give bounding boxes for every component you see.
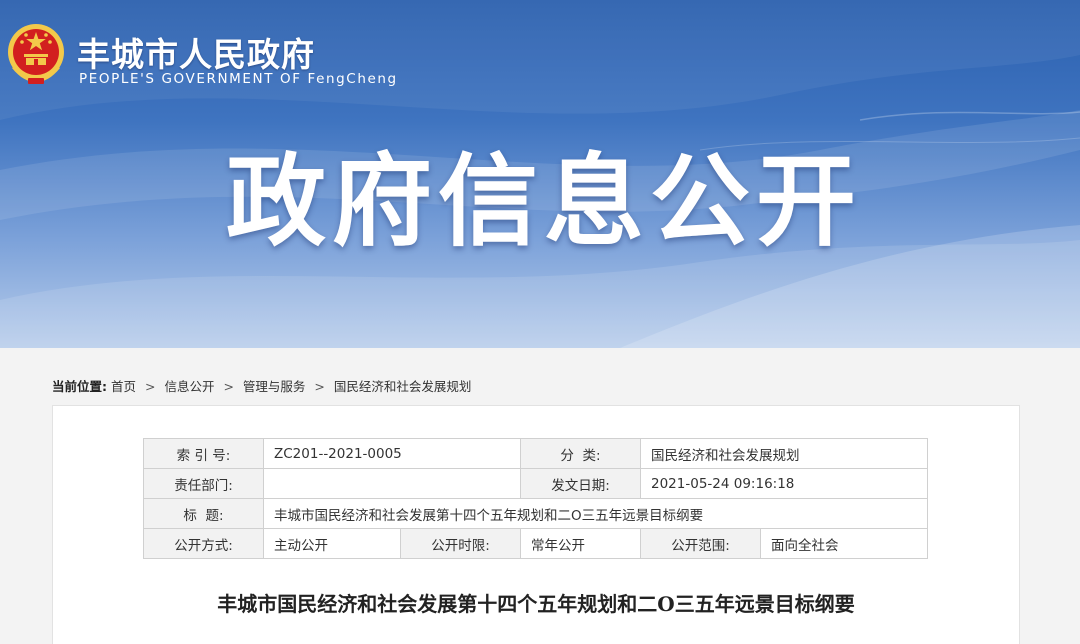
disclosure-method-label: 公开方式:: [143, 528, 264, 559]
index-number-label: 索 引 号:: [143, 438, 264, 469]
title-value: 丰城市国民经济和社会发展第十四个五年规划和二O三五年远景目标纲要: [263, 498, 928, 529]
banner-title: 政府信息公开: [226, 143, 862, 260]
index-number-value: ZC201--2021-0005: [263, 438, 521, 469]
breadcrumb-separator: >: [144, 379, 156, 394]
table-row: 标 题: 丰城市国民经济和社会发展第十四个五年规划和二O三五年远景目标纲要: [143, 498, 928, 529]
department-label: 责任部门:: [143, 468, 264, 499]
title-label: 标 题:: [143, 498, 264, 529]
table-row: 责任部门: 发文日期: 2021-05-24 09:16:18: [143, 468, 928, 499]
breadcrumb-separator: >: [223, 379, 234, 394]
content-card: 索 引 号: ZC201--2021-0005 分 类: 国民经济和社会发展规划…: [52, 405, 1020, 644]
document-title: 丰城市国民经济和社会发展第十四个五年规划和二O三五年远景目标纲要: [217, 592, 855, 616]
site-name-english: PEOPLE'S GOVERNMENT OF FengCheng: [79, 71, 398, 87]
breadcrumb-separator: >: [314, 379, 325, 394]
category-value: 国民经济和社会发展规划: [640, 438, 928, 469]
breadcrumb-info-disclosure[interactable]: 信息公开: [164, 379, 214, 394]
table-row: 索 引 号: ZC201--2021-0005 分 类: 国民经济和社会发展规划: [143, 438, 928, 469]
disclosure-scope-value: 面向全社会: [760, 528, 928, 559]
national-emblem-icon: [8, 24, 64, 84]
disclosure-method-value: 主动公开: [263, 528, 401, 559]
department-value: [263, 468, 521, 499]
category-label: 分 类:: [520, 438, 641, 469]
site-name: 丰城市人民政府: [77, 35, 315, 74]
table-row: 公开方式: 主动公开 公开时限: 常年公开 公开范围: 面向全社会: [143, 528, 928, 559]
breadcrumb-prefix: 当前位置:: [52, 379, 107, 394]
issue-date-value: 2021-05-24 09:16:18: [640, 468, 928, 499]
breadcrumb-current-category[interactable]: 国民经济和社会发展规划: [334, 379, 472, 394]
breadcrumb-management-services[interactable]: 管理与服务: [243, 379, 306, 394]
document-meta-table: 索 引 号: ZC201--2021-0005 分 类: 国民经济和社会发展规划…: [143, 438, 928, 559]
disclosure-period-label: 公开时限:: [400, 528, 521, 559]
disclosure-period-value: 常年公开: [520, 528, 641, 559]
breadcrumb: 当前位置: 首页 > 信息公开 > 管理与服务 > 国民经济和社会发展规划: [52, 376, 471, 395]
issue-date-label: 发文日期:: [520, 468, 641, 499]
breadcrumb-home[interactable]: 首页: [111, 379, 136, 394]
disclosure-scope-label: 公开范围:: [640, 528, 761, 559]
header-banner: 丰城市人民政府 PEOPLE'S GOVERNMENT OF FengCheng…: [0, 0, 1080, 348]
